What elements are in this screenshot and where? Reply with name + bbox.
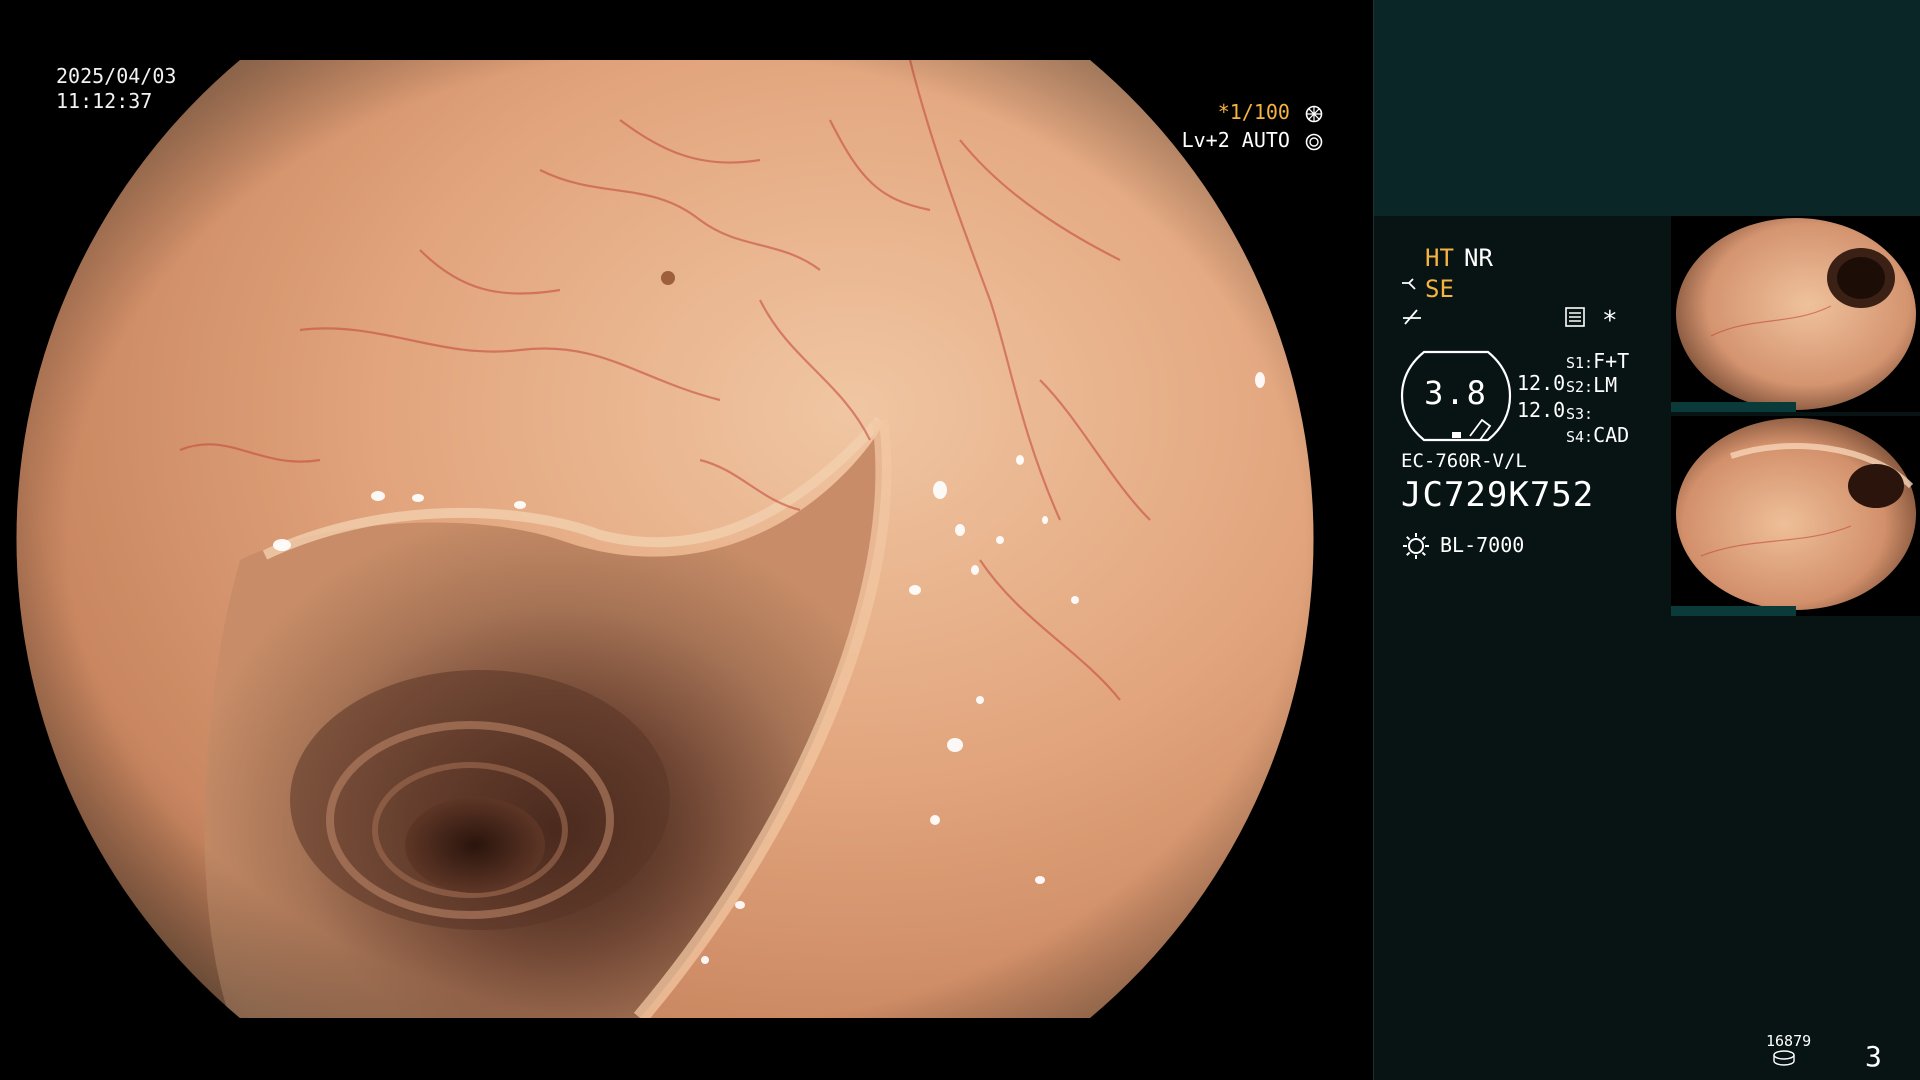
time-text: 11:12:37	[56, 89, 153, 113]
colon-lumen-image	[16, 60, 1314, 1018]
settings-list-icon	[1565, 307, 1585, 327]
scope-model: EC-760R-V/L	[1401, 450, 1527, 472]
gain-value-2: 12.0	[1517, 398, 1566, 422]
switch-s3: S3:	[1566, 400, 1593, 424]
switch-key: S1:	[1566, 354, 1594, 372]
level-auto-text: Lv+2 AUTO	[1181, 128, 1290, 152]
gain-value-1: 12.0	[1517, 371, 1566, 395]
page-number: 3	[1865, 1040, 1882, 1073]
ring-icon	[1305, 133, 1323, 150]
switch-key: S4:	[1566, 428, 1594, 446]
storage-disk-icon	[1773, 1050, 1795, 1066]
light-source-label: BL-7000	[1440, 533, 1525, 557]
structure-enhance-icon	[1402, 278, 1416, 290]
capture-thumbnail-2[interactable]	[1671, 416, 1920, 616]
switch-key: S2:	[1566, 378, 1594, 396]
light-source-icon	[1403, 533, 1429, 559]
mode-nr-label: NR	[1464, 244, 1493, 272]
date-text: 2025/04/03	[56, 64, 177, 88]
shutter-speed-text: *1/100	[1217, 100, 1290, 124]
switch-s4: S4:CAD	[1566, 423, 1629, 447]
endoscopic-view: 2025/04/03 11:12:37 *1/100 Lv+2 AUTO	[0, 0, 1373, 1080]
switch-s1: S1:F+T	[1566, 349, 1629, 373]
switch-value: LM	[1593, 373, 1618, 397]
mode-ht-label: HT	[1425, 244, 1454, 272]
thumbnail-image	[1671, 216, 1920, 412]
shutter-readout: *1/100 Lv+2 AUTO	[1182, 98, 1323, 154]
zoom-value: 3.8	[1424, 374, 1488, 412]
scope-serial: JC729K752	[1401, 475, 1595, 515]
aperture-icon	[1305, 105, 1323, 122]
mode-se-label: SE	[1425, 275, 1454, 303]
thumbnail-image	[1671, 416, 1920, 616]
switch-value: F+T	[1593, 349, 1630, 373]
panel-top-band	[1374, 0, 1920, 216]
star-icon: *	[1602, 306, 1618, 336]
date-time-readout: 2025/04/03 11:12:37	[56, 64, 176, 114]
capture-thumbnail-1[interactable]	[1671, 216, 1920, 412]
switch-value: CAD	[1593, 423, 1630, 447]
freeze-icon	[1403, 309, 1421, 325]
info-panel: HT NR SE * 3.8 12.0 12.0 S1:F+T S2:LM S3…	[1373, 0, 1920, 1080]
image-counter: 16879	[1766, 1032, 1812, 1050]
switch-key: S3:	[1566, 405, 1594, 423]
switch-s2: S2:LM	[1566, 373, 1617, 397]
